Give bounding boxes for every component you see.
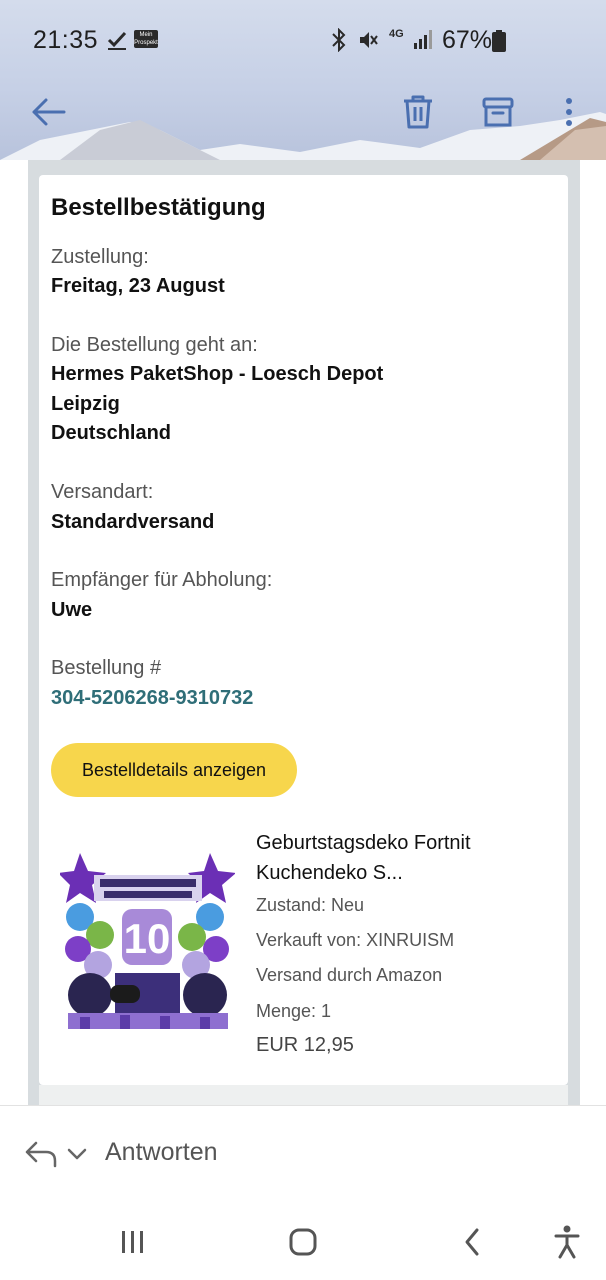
ship-to-line-1: Hermes PaketShop - Loesch Depot <box>51 363 384 385</box>
header-backdrop: 21:35 Mein Prospekt 4G 67% <box>0 0 606 160</box>
shipping-method-value: Standardversand <box>51 511 215 533</box>
system-back-button[interactable] <box>452 1222 492 1262</box>
prospekt-app-icon: Mein Prospekt <box>134 30 158 48</box>
back-icon <box>465 1228 479 1256</box>
archive-icon <box>482 97 514 127</box>
battery-icon <box>492 30 506 52</box>
delivery-date: Freitag, 23 August <box>51 275 225 297</box>
more-vert-icon <box>566 98 572 126</box>
recents-button[interactable] <box>113 1222 153 1262</box>
delete-button[interactable] <box>396 90 440 134</box>
status-bar: 21:35 Mein Prospekt 4G 67% <box>0 20 606 60</box>
arrow-left-icon <box>32 98 66 126</box>
home-icon <box>289 1228 317 1256</box>
reply-bar <box>0 1105 606 1205</box>
battery-percent: 67% <box>442 26 493 54</box>
accessibility-button[interactable] <box>547 1222 587 1262</box>
network-type: 4G <box>389 28 404 40</box>
product-image[interactable]: 10 <box>58 845 236 1035</box>
ship-to-line-2: Leipzig <box>51 393 120 415</box>
email-heading: Bestellbestätigung <box>51 194 266 221</box>
reply-button[interactable]: Antworten <box>105 1138 218 1167</box>
back-button[interactable] <box>26 90 70 134</box>
order-details-button[interactable]: Bestelldetails anzeigen <box>51 743 297 797</box>
trash-icon <box>404 95 432 129</box>
checkmark-icon <box>107 31 127 50</box>
product-fulfillment: Versand durch Amazon <box>256 965 443 985</box>
ship-to-label: Die Bestellung geht an: <box>51 334 258 356</box>
reply-icon[interactable] <box>24 1139 58 1169</box>
product-condition: Zustand: Neu <box>256 895 365 915</box>
shipping-method-label: Versandart: <box>51 481 154 503</box>
delivery-label: Zustellung: <box>51 246 149 268</box>
chevron-down-icon[interactable] <box>66 1144 88 1164</box>
recents-icon <box>122 1231 143 1253</box>
product-quantity: Menge: 1 <box>256 1001 332 1021</box>
archive-button[interactable] <box>476 90 520 134</box>
accessibility-icon <box>554 1225 580 1259</box>
product-title-link[interactable]: Geburtstagsdeko Fortnit Kuchendeko S... <box>256 828 546 888</box>
order-number-link[interactable]: 304-5206268-9310732 <box>51 687 253 710</box>
recipient-label: Empfänger für Abholung: <box>51 569 273 591</box>
mute-icon <box>360 32 378 48</box>
card-footer-strip <box>39 1085 568 1105</box>
ship-to-line-3: Deutschland <box>51 422 172 444</box>
order-number-label: Bestellung # <box>51 657 162 679</box>
home-button[interactable] <box>283 1222 323 1262</box>
foil-number: 10 <box>124 915 171 962</box>
product-seller: Verkauft von: XINRUISM <box>256 930 455 950</box>
more-options-button[interactable] <box>547 90 591 134</box>
party-decoration-image: 10 <box>58 845 236 1035</box>
recipient-name: Uwe <box>51 599 93 621</box>
bluetooth-icon <box>332 28 346 52</box>
clock: 21:35 <box>33 26 99 54</box>
product-price: EUR 12,95 <box>256 1034 354 1056</box>
signal-icon <box>414 30 432 49</box>
